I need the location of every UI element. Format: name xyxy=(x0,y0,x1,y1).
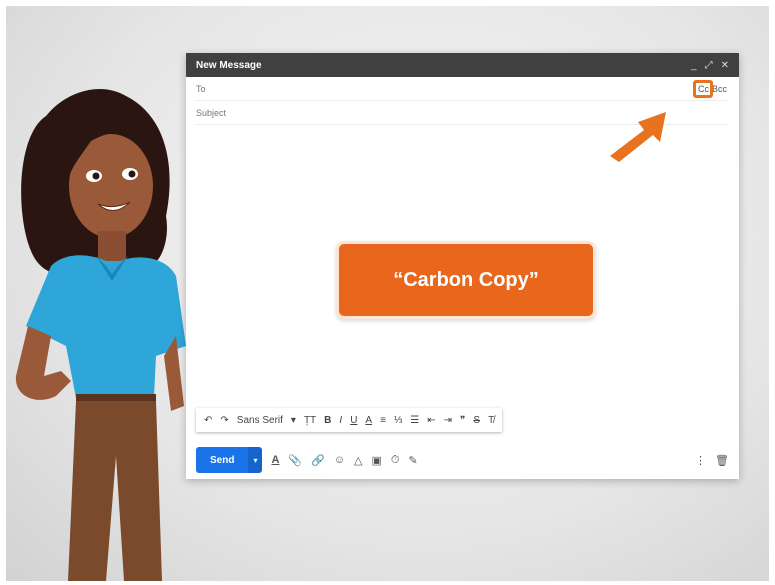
redo-icon[interactable]: ↷ xyxy=(220,415,228,426)
send-button-group: Send ▾ xyxy=(196,447,263,473)
quote-icon[interactable]: ❞ xyxy=(460,415,465,426)
bold-icon[interactable]: B xyxy=(324,415,331,426)
bcc-link[interactable]: Bcc xyxy=(712,84,727,94)
strikethrough-icon[interactable]: S xyxy=(473,415,480,426)
cc-highlight-box xyxy=(693,80,713,98)
presenter-illustration xyxy=(15,88,186,581)
attach-icon[interactable]: 📎 xyxy=(288,454,302,467)
numbered-list-icon[interactable]: ⅓ xyxy=(394,415,402,426)
indent-less-icon[interactable]: ⇤ xyxy=(427,415,435,426)
indent-more-icon[interactable]: ⇥ xyxy=(444,415,452,426)
to-label: To xyxy=(196,83,206,94)
drive-icon[interactable]: △ xyxy=(354,454,362,467)
formatting-toolbar: ↶ ↷ Sans Serif ▾ T̩T B I U A ≡ ⅓ ☰ ⇤ ⇥ ❞… xyxy=(196,408,503,432)
undo-icon[interactable]: ↶ xyxy=(204,415,212,426)
bulleted-list-icon[interactable]: ☰ xyxy=(410,415,419,426)
emoji-icon[interactable]: ☺ xyxy=(334,454,345,466)
pointer-arrow-icon xyxy=(610,112,666,162)
confidential-icon[interactable]: ⏱ xyxy=(391,454,400,467)
photo-icon[interactable]: ▣ xyxy=(372,454,382,467)
chevron-down-icon[interactable]: ▾ xyxy=(291,415,296,426)
callout-text: “Carbon Copy” xyxy=(393,268,539,291)
compose-action-bar: Send ▾ A 📎 🔗 ☺ △ ▣ ⏱ ✎ ⋮ 🗑 xyxy=(196,447,729,473)
close-icon[interactable]: ✕ xyxy=(721,60,729,71)
font-family-select[interactable]: Sans Serif xyxy=(237,415,283,426)
minimize-icon[interactable]: _ xyxy=(691,60,697,71)
underline-icon[interactable]: U xyxy=(350,415,357,426)
compose-titlebar[interactable]: New Message _ ⤢ ✕ xyxy=(186,53,739,77)
align-icon[interactable]: ≡ xyxy=(380,415,386,426)
carbon-copy-callout: “Carbon Copy” xyxy=(336,241,596,319)
italic-icon[interactable]: I xyxy=(339,415,342,426)
text-size-icon[interactable]: T̩T xyxy=(304,415,316,426)
link-icon[interactable]: 🔗 xyxy=(311,454,325,467)
more-options-icon[interactable]: ⋮ xyxy=(695,454,706,467)
send-options-chevron-icon[interactable]: ▾ xyxy=(248,447,263,473)
compose-title: New Message xyxy=(196,59,262,71)
to-field[interactable]: To xyxy=(196,77,729,101)
discard-icon[interactable]: 🗑 xyxy=(715,454,729,467)
formatting-options-icon[interactable]: A xyxy=(271,454,279,466)
expand-icon[interactable]: ⤢ xyxy=(705,60,713,71)
text-color-icon[interactable]: A xyxy=(365,415,372,426)
signature-icon[interactable]: ✎ xyxy=(409,454,418,467)
clear-format-icon[interactable]: T̸ xyxy=(488,415,494,426)
send-button[interactable]: Send xyxy=(196,447,249,473)
slide-stage: New Message _ ⤢ ✕ To Cc Bcc Subject “Car… xyxy=(6,6,769,581)
